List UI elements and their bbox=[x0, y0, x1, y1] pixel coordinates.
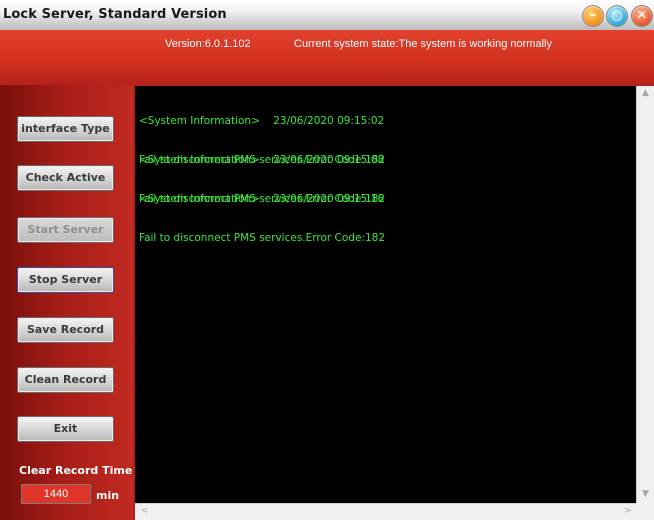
save-record-button[interactable]: Save Record bbox=[17, 317, 114, 343]
clear-record-unit: min bbox=[96, 489, 120, 502]
scroll-right-icon[interactable]: > bbox=[624, 506, 632, 516]
log-entry-header: <System Information> 23/06/2020 09:15:02 bbox=[139, 115, 385, 127]
interface-type-button[interactable]: interface Type bbox=[17, 116, 114, 142]
close-button[interactable]: ✕ bbox=[631, 5, 653, 27]
version-label: Version:6.0.1.102 bbox=[165, 38, 251, 50]
clear-record-time-input[interactable]: 1440 bbox=[21, 484, 91, 504]
log-entry-message: Fail to disconnect PMS services.Error Co… bbox=[139, 232, 386, 244]
close-icon: ✕ bbox=[636, 8, 648, 23]
restore-icon: ○ bbox=[611, 8, 623, 23]
title-bar[interactable]: Lock Server, Standard Version – ○ ✕ bbox=[0, 0, 654, 30]
log-output[interactable]: <System Information> 23/06/2020 09:15:02… bbox=[135, 86, 636, 503]
horizontal-scrollbar[interactable]: < > bbox=[135, 503, 636, 520]
exit-button[interactable]: Exit bbox=[17, 416, 114, 442]
check-active-button[interactable]: Check Active bbox=[17, 165, 114, 191]
start-server-button: Start Server bbox=[17, 217, 114, 243]
scroll-down-icon[interactable]: ▼ bbox=[642, 489, 649, 499]
log-entry: <System Information> 23/06/2020 09:15:16… bbox=[139, 167, 385, 271]
clean-record-button[interactable]: Clean Record bbox=[17, 367, 114, 393]
restore-button[interactable]: ○ bbox=[606, 5, 628, 27]
scrollbar-corner bbox=[636, 503, 654, 520]
scroll-up-icon[interactable]: ▲ bbox=[642, 88, 649, 98]
scroll-left-icon[interactable]: < bbox=[141, 506, 149, 516]
log-entry-header: <System Information> 23/06/2020 09:15:08 bbox=[139, 154, 385, 166]
log-entry-header: <System Information> 23/06/2020 09:15:16 bbox=[139, 193, 385, 205]
system-state-label: Current system state:The system is worki… bbox=[294, 38, 552, 50]
minimize-button[interactable]: – bbox=[582, 5, 604, 27]
sidebar bbox=[0, 85, 133, 520]
stop-server-button[interactable]: Stop Server bbox=[17, 267, 114, 293]
window-title: Lock Server, Standard Version bbox=[3, 7, 227, 22]
minimize-icon: – bbox=[589, 8, 597, 23]
clear-record-time-label: Clear Record Time bbox=[19, 464, 133, 477]
vertical-scrollbar[interactable]: ▲ ▼ bbox=[636, 86, 654, 503]
